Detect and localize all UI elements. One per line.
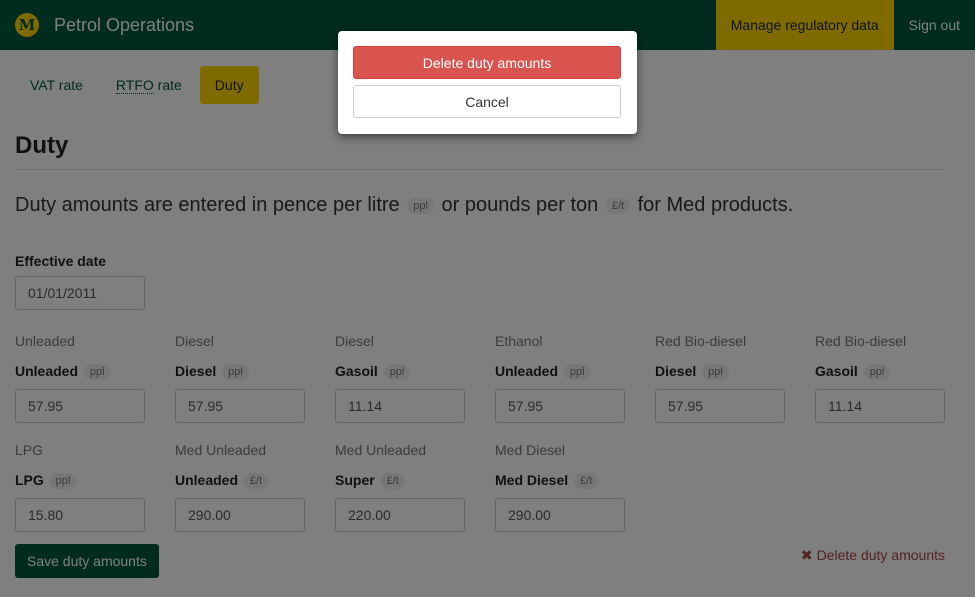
cancel-button[interactable]: Cancel <box>353 85 621 118</box>
confirm-delete-button[interactable]: Delete duty amounts <box>353 46 621 79</box>
confirm-delete-modal: Delete duty amounts Cancel <box>338 31 637 134</box>
